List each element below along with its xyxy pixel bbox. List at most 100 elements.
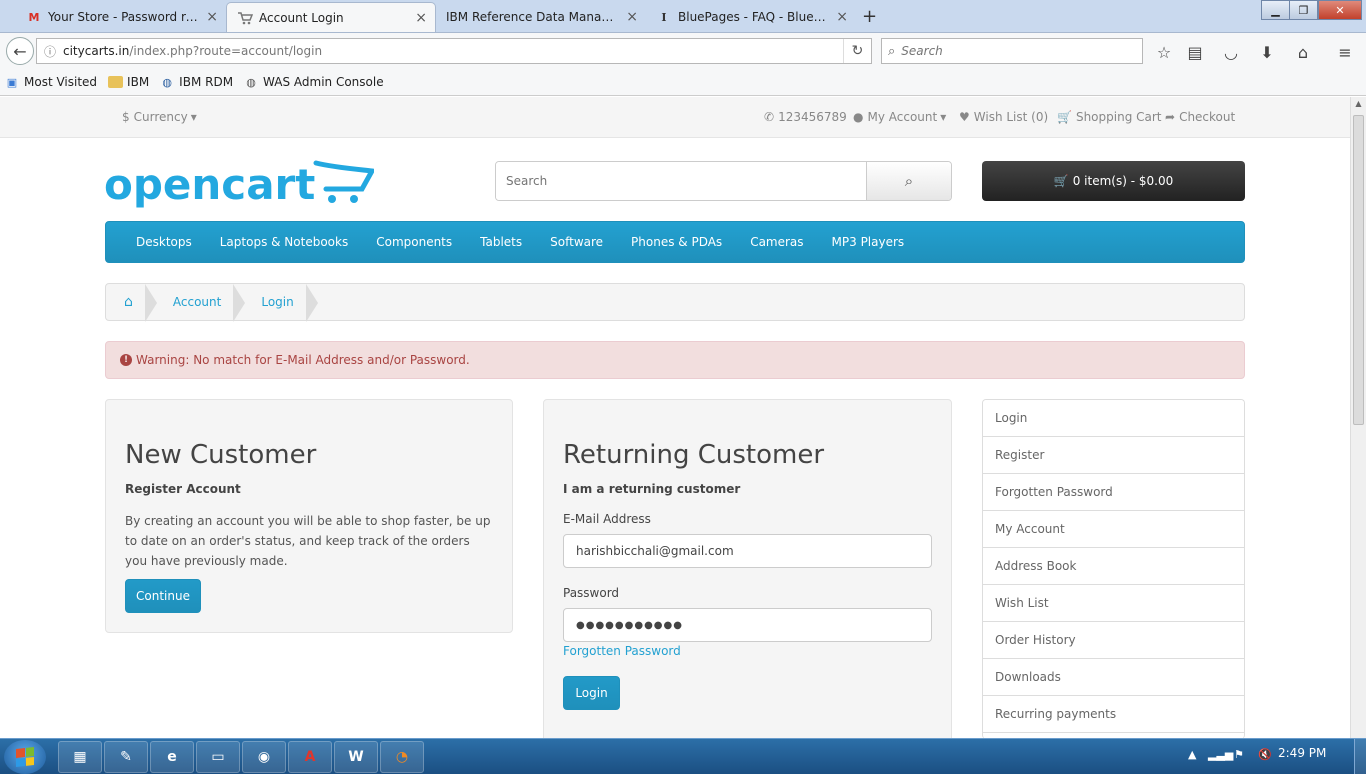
browser-tab-bar: M Your Store - Password rese... × Accoun… <box>0 0 1366 33</box>
my-account-dropdown[interactable]: ● My Account ▾ <box>853 110 950 124</box>
firefox-icon[interactable]: ◔ <box>380 741 424 773</box>
currency-label: Currency <box>133 110 188 124</box>
wish-list-label: Wish List (0) <box>973 110 1049 124</box>
search-icon: ⌕ <box>888 43 896 59</box>
tab-ibm-rdm[interactable]: IBM Reference Data Managem... × <box>436 2 646 32</box>
network-signal-icon[interactable]: ▂▃▅ <box>1208 748 1233 761</box>
menu-item-tablets[interactable]: Tablets <box>480 235 522 249</box>
menu-item-software[interactable]: Software <box>550 235 603 249</box>
start-button[interactable] <box>4 740 46 774</box>
cart-button[interactable]: 🛒 0 item(s) - $0.00 <box>982 161 1245 201</box>
menu-item-phones[interactable]: Phones & PDAs <box>631 235 722 249</box>
new-tab-button[interactable]: + <box>862 6 877 27</box>
menu-icon[interactable]: ≡ <box>1334 41 1356 63</box>
file-explorer-icon[interactable]: ▦ <box>58 741 102 773</box>
bookmark-label: WAS Admin Console <box>263 75 384 89</box>
back-button[interactable]: ← <box>6 37 34 65</box>
show-desktop-button[interactable] <box>1354 739 1366 774</box>
scroll-thumb[interactable] <box>1353 115 1364 425</box>
forgotten-password-link[interactable]: Forgotten Password <box>563 644 681 658</box>
bookmark-most-visited[interactable]: ▣ Most Visited <box>4 74 97 90</box>
list-item-downloads[interactable]: Downloads <box>983 659 1244 696</box>
tab-bluepages[interactable]: I BluePages - FAQ - BluePag... × <box>646 2 856 32</box>
list-item-order-history[interactable]: Order History <box>983 622 1244 659</box>
bookmark-was-admin[interactable]: ◍ WAS Admin Console <box>243 74 384 90</box>
phone-link[interactable]: ✆ 123456789 <box>764 110 847 124</box>
windows-logo-icon <box>16 747 34 767</box>
password-field[interactable]: ●●●●●●●●●●● <box>563 608 932 642</box>
list-item-wish-list[interactable]: Wish List <box>983 585 1244 622</box>
scroll-up-icon[interactable]: ▲ <box>1351 99 1366 115</box>
search-icon: ⌕ <box>904 172 914 190</box>
menu-item-laptops[interactable]: Laptops & Notebooks <box>220 235 348 249</box>
my-account-label: My Account <box>867 110 938 124</box>
acrobat-icon[interactable]: A <box>288 741 332 773</box>
browser-search-input[interactable] <box>901 44 1122 58</box>
breadcrumb-login[interactable]: Login <box>243 284 319 322</box>
list-item-my-account[interactable]: My Account <box>983 511 1244 548</box>
reload-icon[interactable]: ↻ <box>843 39 871 63</box>
system-clock[interactable]: 2:49 PM <box>1278 746 1326 760</box>
password-mask: ●●●●●●●●●●● <box>576 619 683 631</box>
page-scrollbar[interactable]: ▲ <box>1350 97 1366 738</box>
list-item-register[interactable]: Register <box>983 437 1244 474</box>
store-search-input[interactable] <box>496 162 866 200</box>
folder-icon <box>107 74 123 90</box>
menu-item-mp3[interactable]: MP3 Players <box>832 235 905 249</box>
store-search-button[interactable]: ⌕ <box>866 162 951 200</box>
breadcrumb: ⌂ Account Login <box>105 283 1245 322</box>
tab-account-login[interactable]: Account Login × <box>226 2 436 32</box>
list-item-login[interactable]: Login <box>983 400 1244 437</box>
tab-close-icon[interactable]: × <box>415 10 427 26</box>
address-bar[interactable]: ⓘ citycarts.in/index.php?route=account/l… <box>36 38 872 64</box>
bluepages-icon: I <box>661 10 667 24</box>
window-close-button[interactable]: ✕ <box>1318 0 1362 20</box>
ie-icon[interactable]: e <box>150 741 194 773</box>
opencart-logo[interactable]: opencart <box>104 159 377 211</box>
tab-password-reset[interactable]: M Your Store - Password rese... × <box>16 2 226 32</box>
bookmark-ibm[interactable]: IBM <box>107 74 149 90</box>
login-button[interactable]: Login <box>563 676 620 710</box>
list-item-forgotten-password[interactable]: Forgotten Password <box>983 474 1244 511</box>
minimize-button[interactable]: ▁ <box>1261 0 1290 20</box>
list-item-address-book[interactable]: Address Book <box>983 548 1244 585</box>
menu-item-desktops[interactable]: Desktops <box>136 235 192 249</box>
download-icon[interactable]: ⬇ <box>1256 41 1278 63</box>
warning-alert: ! Warning: No match for E-Mail Address a… <box>105 341 1245 379</box>
continue-button[interactable]: Continue <box>125 579 201 613</box>
bookmark-ibm-rdm[interactable]: ◍ IBM RDM <box>159 74 233 90</box>
dollar-icon: $ <box>122 110 130 124</box>
menu-item-cameras[interactable]: Cameras <box>750 235 803 249</box>
wish-list-link[interactable]: ♥ Wish List (0) <box>959 110 1048 124</box>
new-customer-title: New Customer <box>125 440 317 470</box>
tray-expand-icon[interactable]: ▲ <box>1188 748 1196 761</box>
pocket-icon[interactable]: ◡ <box>1220 41 1242 63</box>
breadcrumb-home[interactable]: ⌂ <box>106 284 157 322</box>
reading-list-icon[interactable]: ▤ <box>1184 41 1206 63</box>
tab-close-icon[interactable]: × <box>626 9 638 25</box>
word-icon[interactable]: W <box>334 741 378 773</box>
currency-dropdown[interactable]: $ Currency ▾ <box>122 110 201 124</box>
shopping-cart-link[interactable]: 🛒 Shopping Cart <box>1057 110 1162 124</box>
bookmark-star-icon[interactable]: ☆ <box>1153 41 1175 63</box>
volume-muted-icon[interactable]: 🔇 <box>1258 748 1272 761</box>
maximize-button[interactable]: ❐ <box>1289 0 1318 20</box>
chrome-icon[interactable]: ◉ <box>242 741 286 773</box>
email-field[interactable] <box>576 544 916 558</box>
tab-title: IBM Reference Data Managem... <box>446 10 621 24</box>
notes-icon[interactable]: ✎ <box>104 741 148 773</box>
register-account-subtitle: Register Account <box>125 482 241 496</box>
menu-item-components[interactable]: Components <box>376 235 452 249</box>
home-icon[interactable]: ⌂ <box>1292 41 1314 63</box>
browser-search-box[interactable]: ⌕ <box>881 38 1143 64</box>
checkout-link[interactable]: ➦ Checkout <box>1165 110 1235 124</box>
tab-close-icon[interactable]: × <box>836 9 848 25</box>
site-info-icon[interactable]: ⓘ <box>37 43 63 60</box>
returning-customer-subtitle: I am a returning customer <box>563 482 741 496</box>
breadcrumb-account[interactable]: Account <box>155 284 246 322</box>
folder-icon[interactable]: ▭ <box>196 741 240 773</box>
list-item-recurring-payments[interactable]: Recurring payments <box>983 696 1244 733</box>
action-center-icon[interactable]: ⚑ <box>1234 748 1244 761</box>
tab-close-icon[interactable]: × <box>206 9 218 25</box>
phone-label: 123456789 <box>778 110 847 124</box>
